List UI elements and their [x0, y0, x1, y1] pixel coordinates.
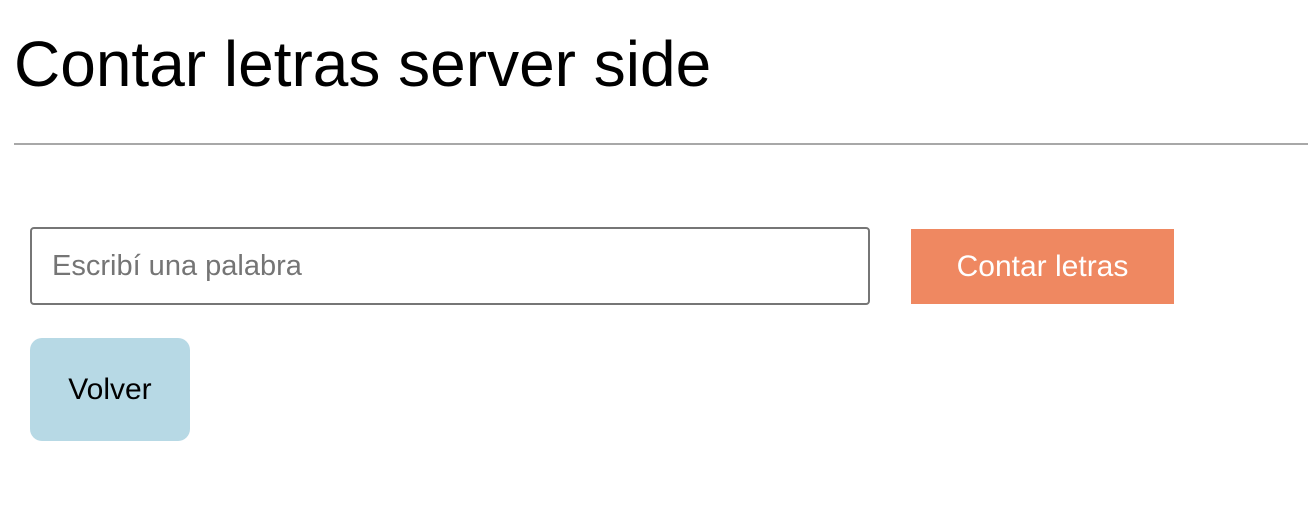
page-title: Contar letras server side — [14, 28, 712, 100]
count-letters-button[interactable]: Contar letras — [911, 229, 1174, 304]
back-button[interactable]: Volver — [30, 338, 190, 441]
title-divider — [14, 143, 1308, 145]
word-input[interactable] — [30, 227, 870, 305]
